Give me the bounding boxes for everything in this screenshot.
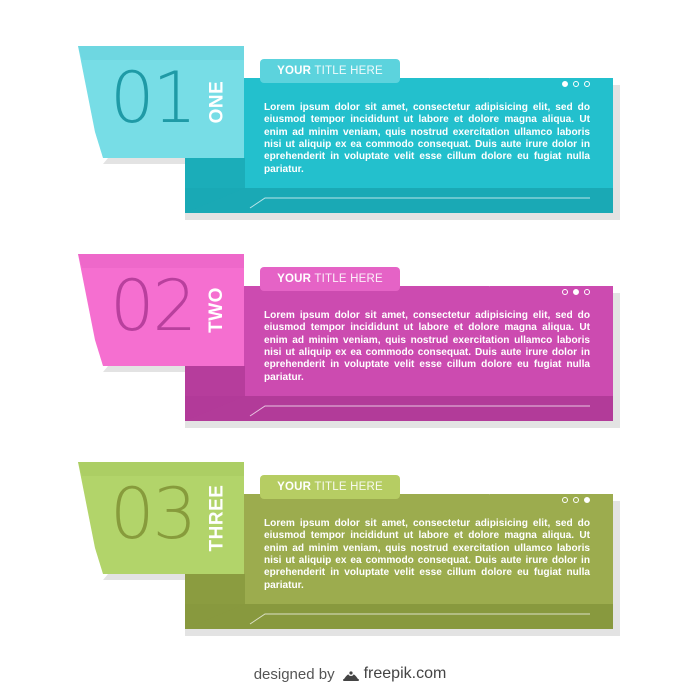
inactive-dot[interactable] xyxy=(584,81,590,87)
step-word: TWO xyxy=(202,270,232,350)
inactive-dot[interactable] xyxy=(584,289,590,295)
attribution-footer: designed by freepik.com xyxy=(0,662,700,686)
title-rest: TITLE HERE xyxy=(314,65,383,77)
title-bold: YOUR xyxy=(277,65,312,77)
pagination-dots xyxy=(562,288,600,298)
title-pill: YOUR TITLE HERE xyxy=(260,267,400,291)
title-bold: YOUR xyxy=(277,481,312,493)
freepik-logo-icon xyxy=(342,666,360,682)
title-rest: TITLE HERE xyxy=(314,481,383,493)
step-word-label: THREE xyxy=(206,484,227,552)
step-word: ONE xyxy=(202,62,232,142)
pagination-dots xyxy=(562,496,600,506)
attribution-brand: freepik.com xyxy=(363,665,447,682)
body-paragraph: Lorem ipsum dolor sit amet, consectetur … xyxy=(264,310,590,383)
pagination-dots xyxy=(562,80,600,90)
attribution-prefix: designed by xyxy=(253,665,335,683)
step-word-label: TWO xyxy=(206,287,228,333)
info-banner: 03 THREE YOUR TITLE HERE Lorem ipsum dol… xyxy=(0,456,700,636)
title-pill: YOUR TITLE HERE xyxy=(260,59,400,83)
title-bold: YOUR xyxy=(277,273,312,285)
step-word-label: ONE xyxy=(206,80,227,124)
step-number: 02 xyxy=(110,265,197,347)
body-paragraph: Lorem ipsum dolor sit amet, consectetur … xyxy=(264,518,590,591)
active-dot[interactable] xyxy=(573,289,579,295)
title-pill: YOUR TITLE HERE xyxy=(260,475,400,499)
step-number: 01 xyxy=(110,57,197,139)
title-rest: TITLE HERE xyxy=(314,273,383,285)
info-banner: 02 TWO YOUR TITLE HERE Lorem ipsum dolor… xyxy=(0,248,700,428)
step-number: 03 xyxy=(110,473,197,555)
step-word: THREE xyxy=(202,478,232,558)
active-dot[interactable] xyxy=(562,81,568,87)
inactive-dot[interactable] xyxy=(562,497,568,503)
active-dot[interactable] xyxy=(584,497,590,503)
info-banner: 01 ONE YOUR TITLE HERE Lorem ipsum dolor… xyxy=(0,40,700,220)
inactive-dot[interactable] xyxy=(573,497,579,503)
inactive-dot[interactable] xyxy=(573,81,579,87)
body-paragraph: Lorem ipsum dolor sit amet, consectetur … xyxy=(264,102,590,175)
inactive-dot[interactable] xyxy=(562,289,568,295)
